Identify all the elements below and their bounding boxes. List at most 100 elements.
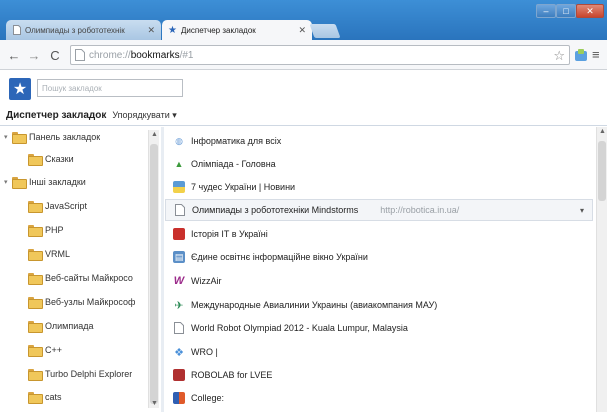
list-item[interactable]: ▲ Олімпіада - Головна: [165, 153, 593, 175]
back-button[interactable]: ←: [6, 47, 22, 63]
list-item[interactable]: ❖ WRO |: [165, 341, 593, 363]
tab-robotics[interactable]: Олимпиады з робототехнік ✕: [6, 20, 161, 40]
scrollbar-thumb[interactable]: [150, 144, 158, 404]
reload-button[interactable]: C: [47, 47, 63, 63]
tree-item-label: cats: [45, 392, 62, 402]
list-item-selected[interactable]: Олимпиады з робототехніки Mindstorms htt…: [165, 199, 593, 221]
tree-item-label: Панель закладок: [29, 132, 101, 142]
tree-item-label: VRML: [45, 249, 71, 259]
page-icon: [75, 49, 85, 61]
tree-item-olympiad[interactable]: Олимпиада: [28, 318, 94, 334]
tree-item-label: Інші закладки: [29, 177, 86, 187]
bookmark-title: College:: [191, 393, 225, 403]
tree-item-label: Веб-сайты Майкросо: [45, 273, 133, 283]
bookmark-title: WizzAir: [191, 276, 222, 286]
folder-tree: ▾ Панель закладок Сказки ▾ Інші закладки…: [0, 127, 161, 412]
bookmark-star-icon[interactable]: ☆: [553, 48, 565, 64]
tree-item-cats[interactable]: cats: [28, 389, 62, 405]
page-icon: [12, 25, 21, 36]
tree-item-label: Сказки: [45, 154, 74, 164]
tree-icon: ▲: [174, 159, 184, 169]
window-titlebar: Олимпиады з робототехнік ✕ ★ Диспетчер з…: [0, 0, 607, 40]
list-item[interactable]: World Robot Olympiad 2012 - Kuala Lumpur…: [165, 317, 593, 339]
tree-item-label: PHP: [45, 225, 64, 235]
maximize-button[interactable]: □: [556, 4, 576, 18]
list-scrollbar[interactable]: ▲: [596, 127, 607, 412]
forward-button[interactable]: →: [26, 47, 42, 63]
tree-item-php[interactable]: PHP: [28, 222, 64, 238]
url-scheme: chrome://: [89, 49, 131, 61]
scroll-down-icon[interactable]: ▼: [151, 400, 158, 407]
window-icon: ▤: [173, 251, 185, 263]
bookmarks-star-logo-icon: ★: [9, 78, 31, 100]
tree-item-ms-nodes[interactable]: Веб-узлы Майкрософ: [28, 294, 148, 310]
tree-item-turbo-delphi[interactable]: Turbo Delphi Explorer: [28, 366, 148, 382]
folder-icon: [28, 201, 43, 213]
list-item[interactable]: College:: [165, 387, 593, 409]
tab-label: Олимпиады з робототехнік: [25, 25, 125, 35]
pane-splitter[interactable]: [161, 127, 164, 412]
tree-item-label: Олимпиада: [45, 321, 94, 331]
page-icon: [173, 322, 185, 334]
tab-close-icon[interactable]: ✕: [298, 25, 306, 36]
star-icon: ★: [168, 24, 177, 36]
bookmark-title: Международные Авиалинии Украины (авиаком…: [191, 300, 438, 310]
tab-bookmark-manager[interactable]: ★ Диспетчер закладок ✕: [162, 20, 312, 40]
tab-label: Диспетчер закладок: [181, 25, 256, 35]
minimize-button[interactable]: –: [536, 4, 556, 18]
close-window-button[interactable]: ✕: [576, 4, 604, 18]
tree-item-other-bookmarks[interactable]: ▾ Інші закладки: [4, 174, 86, 190]
manager-heading: Диспетчер закладок Упорядкувати ▾: [0, 106, 607, 126]
tab-close-icon[interactable]: ✕: [147, 25, 155, 36]
organize-menu-button[interactable]: Упорядкувати ▾: [112, 110, 176, 121]
tree-item-label: Turbo Delphi Explorer: [45, 369, 133, 379]
list-item[interactable]: ✈ Международные Авиалинии Украины (авиак…: [165, 294, 593, 316]
bookmark-list: ◍ Інформатика для всіх ▲ Олімпіада - Гол…: [165, 127, 595, 412]
list-item[interactable]: Історія IT в Україні: [165, 223, 593, 245]
bookmark-url: http://robotica.in.ua/: [380, 205, 460, 215]
tree-item-cpp[interactable]: C++: [28, 342, 62, 358]
address-bar[interactable]: chrome://bookmarks/#1 ☆: [70, 45, 570, 65]
bookmarks-header: ★: [0, 71, 607, 105]
url-host: bookmarks: [130, 49, 180, 61]
expanded-arrow-icon[interactable]: ▾: [4, 178, 12, 186]
tree-item-ms-sites[interactable]: Веб-сайты Майкросо: [28, 270, 148, 286]
plane-icon: ✈: [174, 299, 184, 312]
folder-icon: [28, 154, 43, 166]
globe-icon: ◍: [175, 135, 183, 146]
folder-icon: [28, 321, 43, 333]
tree-item-javascript[interactable]: JavaScript: [28, 198, 87, 214]
list-item[interactable]: W WizzAir: [165, 270, 593, 292]
folder-icon: [28, 392, 43, 404]
scroll-up-icon[interactable]: ▲: [599, 128, 606, 135]
row-menu-icon[interactable]: ▾: [580, 206, 584, 215]
college-icon: [173, 392, 185, 404]
bookmark-title: Історія IT в Україні: [191, 229, 268, 239]
extension-icon[interactable]: [574, 48, 588, 62]
list-item[interactable]: ▤ Єдине освітнє інформаційне вікно Украї…: [165, 246, 593, 268]
tree-scrollbar[interactable]: ▲ ▼: [148, 130, 159, 408]
scrollbar-thumb[interactable]: [598, 141, 606, 201]
flag-icon: [173, 181, 185, 193]
wizzair-icon: W: [173, 275, 185, 287]
new-tab-button[interactable]: [309, 24, 341, 38]
tree-item-label: C++: [45, 345, 63, 355]
tree-item-bookmarks-bar[interactable]: ▾ Панель закладок: [4, 129, 100, 145]
bookmark-title: ROBOLAB for LVEE: [191, 370, 273, 380]
list-item[interactable]: ROBOLAB for LVEE: [165, 364, 593, 386]
tree-item-vrml[interactable]: VRML: [28, 246, 70, 262]
list-item[interactable]: ◍ Інформатика для всіх: [165, 130, 593, 152]
folder-icon: [28, 273, 43, 285]
folder-icon: [28, 249, 43, 261]
book-icon: [173, 228, 185, 240]
bookmark-title: 7 чудес України | Новини: [191, 182, 296, 192]
scroll-up-icon[interactable]: ▲: [151, 131, 158, 138]
url-path: /#1: [179, 49, 194, 61]
search-bookmarks-input[interactable]: [37, 79, 183, 97]
list-item[interactable]: 7 чудес України | Новини: [165, 176, 593, 198]
menu-icon[interactable]: ≡: [592, 47, 600, 62]
folder-icon: [28, 369, 43, 381]
tree-item-skazki[interactable]: Сказки: [28, 151, 74, 167]
bookmark-title: Олімпіада - Головна: [191, 159, 276, 169]
expanded-arrow-icon[interactable]: ▾: [4, 133, 12, 141]
